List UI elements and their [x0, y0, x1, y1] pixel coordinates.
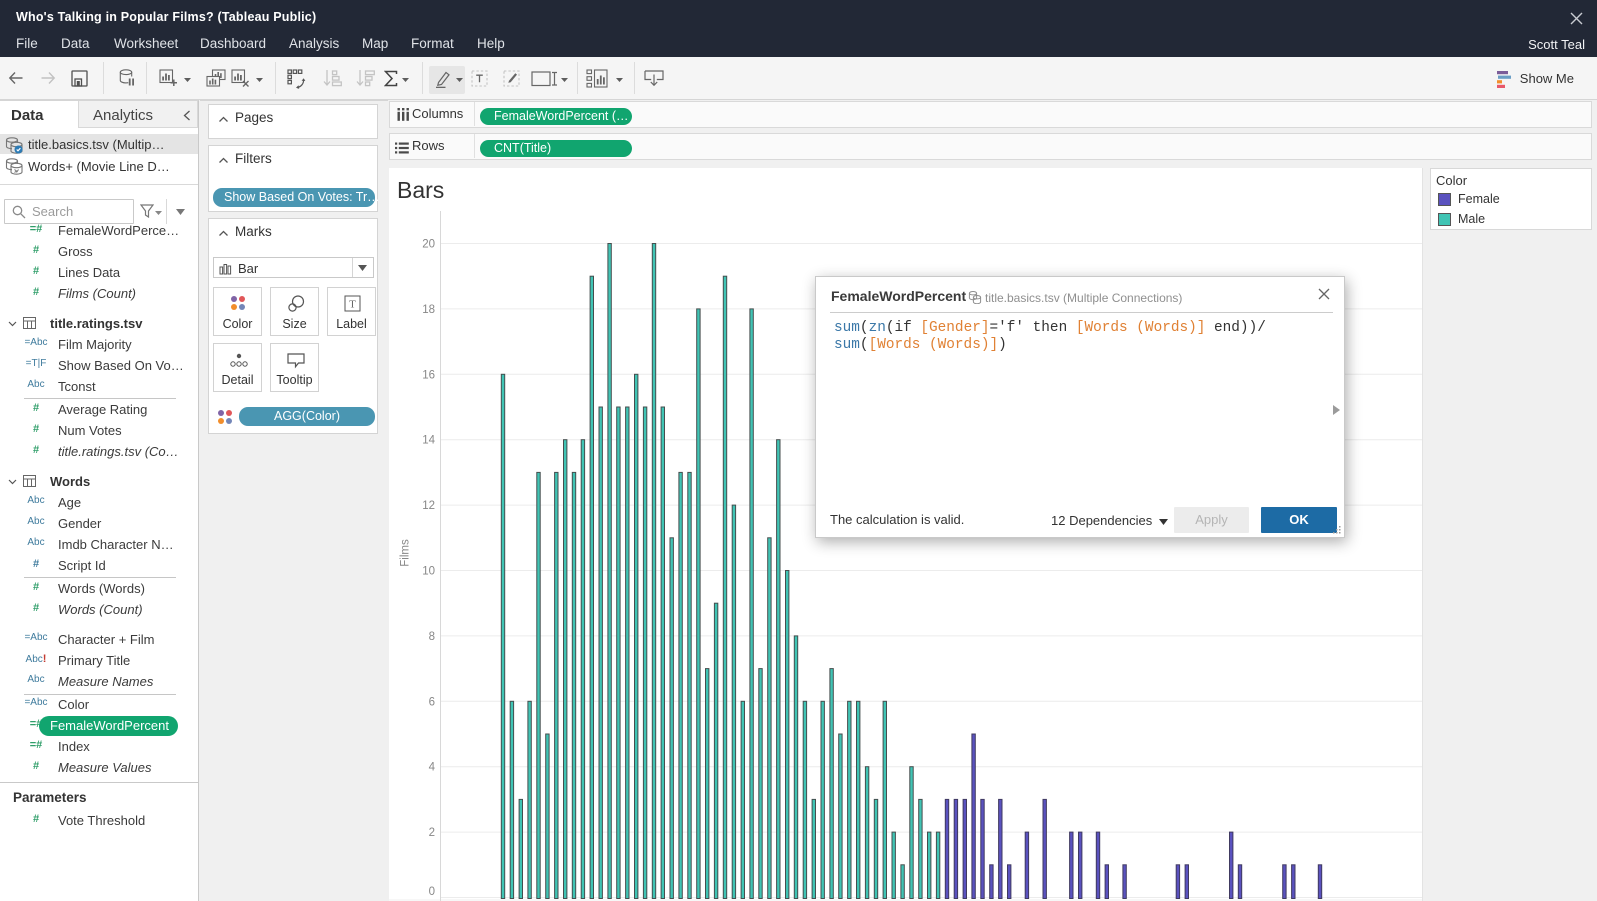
- svg-text:12: 12: [422, 500, 435, 512]
- svg-text:Films: Films: [400, 539, 412, 567]
- svg-text:4: 4: [429, 762, 436, 774]
- svg-text:0: 0: [429, 886, 435, 898]
- svg-text:18: 18: [422, 304, 435, 316]
- svg-text:T: T: [349, 299, 356, 311]
- svg-text:8: 8: [429, 631, 435, 643]
- svg-text:2: 2: [429, 827, 435, 839]
- svg-text:10: 10: [422, 566, 435, 578]
- svg-text:6: 6: [429, 696, 435, 708]
- svg-text:14: 14: [422, 435, 435, 447]
- svg-text:16: 16: [422, 369, 435, 381]
- svg-text:20: 20: [422, 239, 435, 251]
